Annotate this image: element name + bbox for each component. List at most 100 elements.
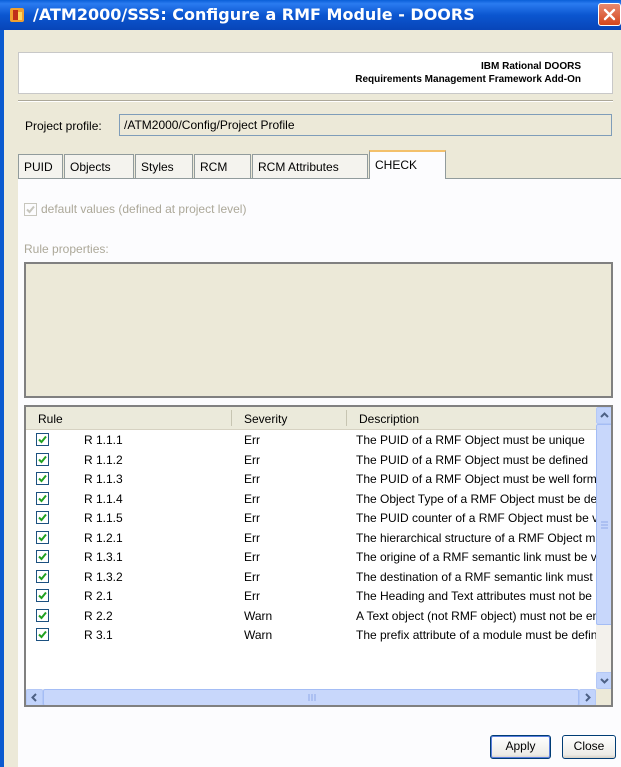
table-row[interactable]: R 1.3.2 Err The destination of a RMF seman… <box>26 567 596 586</box>
rules-grid[interactable]: Rule Severity Description R 1.1.1 Err The … <box>24 405 613 707</box>
column-header-description[interactable]: Description <box>359 412 419 426</box>
rule-enabled-checkbox[interactable] <box>36 452 49 466</box>
rule-enabled-checkbox[interactable] <box>36 550 49 563</box>
rule-description: The hierarchical structure of a RMF Obje… <box>356 530 596 545</box>
checkmark-icon <box>38 533 47 541</box>
column-header-severity[interactable]: Severity <box>244 412 287 426</box>
table-row[interactable]: R 1.1.3 Err The PUID of a RMF Object must … <box>26 469 596 488</box>
vertical-scrollbar[interactable] <box>596 407 611 689</box>
rule-description: The PUID of a RMF Object must be unique <box>356 433 585 447</box>
scroll-right-button[interactable] <box>579 689 596 705</box>
rule-severity: Err <box>244 569 260 584</box>
grip-icon <box>601 521 608 529</box>
column-header-rule[interactable]: Rule <box>38 412 63 426</box>
checkmark-icon <box>26 205 35 214</box>
rule-enabled-checkbox[interactable] <box>36 491 49 505</box>
tab-styles[interactable]: Styles <box>135 154 193 178</box>
rule-id: R 1.2.1 <box>84 530 123 545</box>
tab-check[interactable]: CHECK <box>369 150 446 179</box>
close-icon <box>603 8 616 21</box>
table-row[interactable]: R 1.1.1 Err The PUID of a RMF Object must … <box>26 430 596 449</box>
table-row[interactable]: R 1.2.1 Err The hierarchical structure of … <box>26 528 596 547</box>
rule-enabled-checkbox[interactable] <box>36 589 49 602</box>
project-profile-label: Project profile: <box>25 119 102 133</box>
scroll-up-button[interactable] <box>596 407 611 424</box>
checkmark-icon <box>38 435 47 444</box>
rule-severity: Err <box>244 550 260 564</box>
table-row[interactable]: R 1.1.5 Err The PUID counter of a RMF Obje… <box>26 508 596 527</box>
default-values-checkbox[interactable] <box>24 203 37 216</box>
grid-header: Rule Severity Description <box>26 407 596 430</box>
doors-app-icon <box>10 8 24 22</box>
table-row[interactable]: R 1.3.1 Err The origine of a RMF semantic … <box>26 547 596 566</box>
tab-objects[interactable]: Objects <box>64 154 134 178</box>
checkmark-icon <box>38 513 47 522</box>
scrollbar-corner <box>596 689 611 705</box>
rule-id: R 1.3.1 <box>84 550 123 564</box>
close-window-button[interactable] <box>598 3 621 26</box>
header-banner: IBM Rational DOORS Requirements Manageme… <box>18 52 613 94</box>
rule-severity: Err <box>244 511 260 525</box>
rule-id: R 1.1.2 <box>84 452 123 467</box>
horizontal-scroll-thumb[interactable] <box>43 689 579 705</box>
chevron-left-icon <box>31 693 37 702</box>
rule-description: The destination of a RMF semantic link m… <box>356 569 596 584</box>
chevron-right-icon <box>585 693 591 702</box>
column-divider[interactable] <box>346 410 347 426</box>
tab-puid[interactable]: PUID <box>18 154 63 178</box>
rule-description: The prefix attribute of a module must be… <box>356 628 596 642</box>
default-values-label: default values (defined at project level… <box>41 202 247 216</box>
rule-description: The PUID of a RMF Object must be defined <box>356 452 589 467</box>
apply-button[interactable]: Apply <box>490 735 551 759</box>
tab-rcm[interactable]: RCM <box>194 154 251 178</box>
scroll-left-button[interactable] <box>26 689 43 705</box>
rule-id: R 1.1.4 <box>84 491 123 506</box>
checkmark-icon <box>38 494 47 502</box>
header-separator <box>18 100 613 102</box>
table-row[interactable]: R 2.2 Warn A Text object (not RMF object) … <box>26 606 596 625</box>
table-row[interactable]: R 2.1 Err The Heading and Text attributes … <box>26 586 596 605</box>
table-row[interactable]: R 3.1 Warn The prefix attribute of a modul… <box>26 625 596 644</box>
project-profile-field: /ATM2000/Config/Project Profile <box>119 114 612 136</box>
rule-enabled-checkbox[interactable] <box>36 472 49 485</box>
rule-description: The PUID counter of a RMF Object must be… <box>356 511 596 525</box>
rule-description: The PUID of a RMF Object must be well fo… <box>356 472 596 486</box>
rule-id: R 1.3.2 <box>84 569 123 584</box>
table-row[interactable]: R 1.1.2 Err The PUID of a RMF Object must … <box>26 450 596 469</box>
rule-id: R 2.1 <box>84 589 113 603</box>
rule-enabled-checkbox[interactable] <box>36 530 49 544</box>
window-left-border <box>0 30 4 767</box>
table-row[interactable]: R 1.1.4 Err The Object Type of a RMF Objec… <box>26 489 596 508</box>
rule-id: R 3.1 <box>84 628 113 642</box>
checkmark-icon <box>38 474 47 483</box>
scroll-down-button[interactable] <box>596 672 611 689</box>
rule-severity: Err <box>244 452 260 467</box>
rule-severity: Err <box>244 491 260 506</box>
rule-enabled-checkbox[interactable] <box>36 433 49 446</box>
close-button[interactable]: Close <box>562 735 616 759</box>
rule-severity: Warn <box>244 628 273 642</box>
rule-description: The origine of a RMF semantic link must … <box>356 550 596 564</box>
checkmark-icon <box>38 455 47 463</box>
checkmark-icon <box>38 552 47 561</box>
vertical-scroll-thumb[interactable] <box>596 424 611 625</box>
checkmark-icon <box>38 630 47 639</box>
rule-enabled-checkbox[interactable] <box>36 608 49 622</box>
rule-description: The Heading and Text attributes must not… <box>356 589 596 603</box>
rule-severity: Err <box>244 472 260 486</box>
rule-enabled-checkbox[interactable] <box>36 511 49 524</box>
horizontal-scrollbar[interactable] <box>26 689 596 705</box>
tab-rcm-attributes[interactable]: RCM Attributes <box>252 154 368 178</box>
rule-description: A Text object (not RMF object) must not … <box>356 608 596 623</box>
title-bar[interactable]: /ATM2000/SSS: Configure a RMF Module - D… <box>0 0 621 30</box>
column-divider[interactable] <box>231 410 232 426</box>
rule-id: R 1.1.3 <box>84 472 123 486</box>
rule-enabled-checkbox[interactable] <box>36 569 49 583</box>
rule-severity: Err <box>244 589 260 603</box>
rule-description: The Object Type of a RMF Object must be … <box>356 491 596 506</box>
checkmark-icon <box>38 572 47 580</box>
banner-addon-name: Requirements Management Framework Add-On <box>355 74 581 85</box>
chevron-up-icon <box>600 412 609 418</box>
banner-product-name: IBM Rational DOORS <box>480 61 581 72</box>
rule-enabled-checkbox[interactable] <box>36 628 49 641</box>
